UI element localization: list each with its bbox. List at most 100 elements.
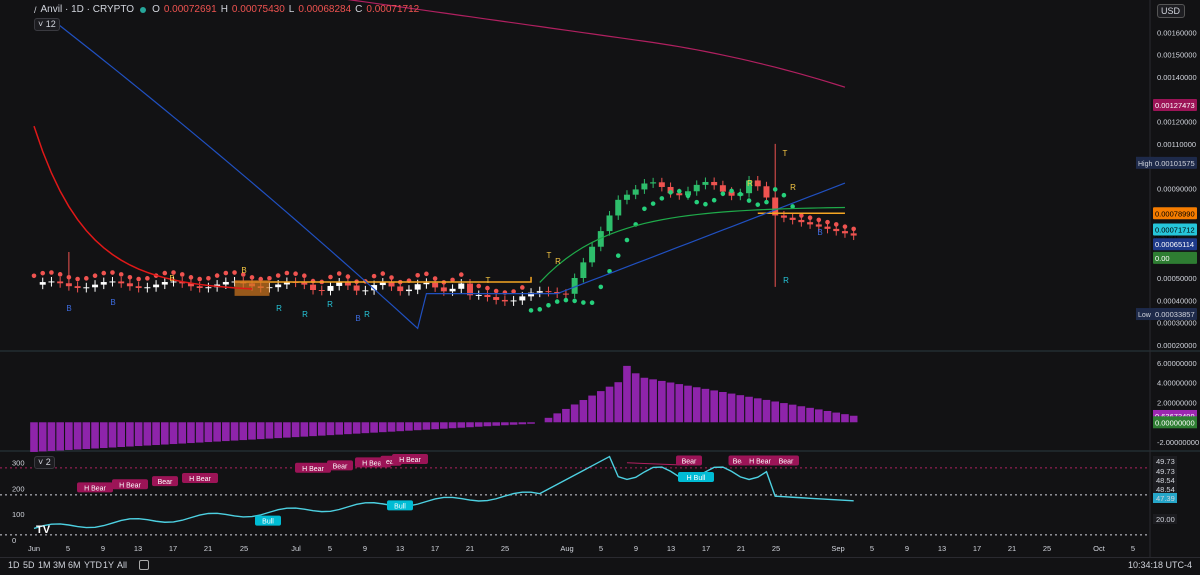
candle-body: [379, 282, 386, 286]
time-axis-label: Aug: [560, 544, 573, 553]
macd-bar: [178, 422, 187, 444]
chart-canvas[interactable]: 0.00160000 0.00150000 0.00140000 0.00120000…: [0, 0, 1200, 574]
stop-dot: [833, 222, 839, 227]
stop-dot: [659, 196, 665, 201]
range-6m[interactable]: 6M: [68, 560, 81, 570]
candle-body: [780, 215, 787, 218]
macd-bar: [692, 387, 701, 423]
price-badge-text: 0.00065114: [1155, 240, 1194, 249]
candle-body: [83, 287, 90, 289]
candle-body: [615, 199, 622, 216]
currency-selector[interactable]: USD: [1157, 4, 1185, 18]
macd-bar: [588, 395, 596, 423]
macd-bar: [727, 393, 736, 423]
time-axis-label: 21: [737, 544, 745, 553]
candle-body: [719, 185, 726, 192]
macd-tick: 6.00000000: [1157, 359, 1197, 368]
stop-dot: [84, 276, 89, 281]
stop-dot: [127, 274, 133, 280]
signal-letter: B: [110, 298, 115, 307]
time-axis-label: 25: [240, 544, 248, 553]
stop-dot: [206, 275, 211, 281]
macd-bar: [405, 422, 413, 431]
range-1y[interactable]: 1Y: [103, 560, 114, 570]
symbol-title[interactable]: Anvil · 1D · CRYPTO: [41, 4, 135, 15]
macd-bar: [806, 407, 814, 423]
candle-body: [815, 224, 822, 227]
macd-bar: [317, 422, 326, 436]
signal-letter: R: [555, 257, 561, 266]
stop-dot: [31, 273, 37, 279]
macd-bar: [38, 422, 47, 452]
rsi-tick: 200: [12, 484, 25, 493]
candle-body: [510, 300, 517, 302]
stop-dot: [476, 283, 482, 289]
time-axis-label: 5: [1131, 544, 1135, 553]
currency-label: USD: [1161, 6, 1181, 16]
macd-bar: [605, 386, 614, 423]
candle-body: [405, 289, 412, 292]
signal-letter: R: [327, 300, 333, 309]
stop-dot: [746, 198, 752, 203]
time-axis-label: 17: [169, 544, 177, 553]
rsi-badge-text: 47.39: [1156, 494, 1175, 503]
signal-letter: R: [783, 276, 789, 285]
stop-dot: [711, 197, 717, 203]
macd-bar: [788, 404, 797, 423]
range-all[interactable]: All: [117, 560, 127, 570]
stop-dot: [842, 224, 848, 229]
rsi-tick: 0: [12, 536, 16, 545]
macd-bar: [762, 399, 771, 423]
candle-body: [693, 184, 700, 192]
stop-dot: [458, 272, 464, 277]
range-5d[interactable]: 5D: [23, 560, 35, 570]
candle-body: [501, 299, 508, 302]
macd-bar: [379, 422, 387, 433]
macd-bar: [143, 422, 152, 446]
time-axis-label: 5: [328, 544, 332, 553]
macd-bar: [47, 422, 56, 451]
macd-bar: [841, 414, 849, 423]
macd-bar: [274, 422, 282, 439]
candle-body: [807, 222, 814, 225]
divergence-tag-text: Bear: [333, 463, 348, 470]
candle-body: [301, 282, 308, 285]
time-axis-label: Oct: [1093, 544, 1106, 553]
time-axis-label: 13: [938, 544, 946, 553]
candle-body: [275, 284, 282, 288]
calendar-icon[interactable]: [139, 560, 149, 570]
candle-body: [327, 285, 334, 291]
stop-dot: [738, 191, 743, 197]
macd-bar: [562, 408, 570, 423]
range-1d[interactable]: 1D: [8, 560, 20, 570]
macd-bar: [431, 422, 439, 430]
indicator-count: 12: [45, 19, 56, 29]
range-3m[interactable]: 3M: [53, 560, 66, 570]
stop-dot: [145, 276, 150, 281]
macd-bar: [666, 382, 675, 423]
macd-bar: [422, 422, 431, 430]
candle-body: [589, 246, 596, 263]
macd-bar: [56, 422, 64, 451]
clock[interactable]: 10:34:18 UTC-4: [1128, 560, 1192, 570]
range-ytd[interactable]: YTD: [84, 560, 102, 570]
indicators-toggle[interactable]: ˅ 12: [34, 18, 60, 31]
rsi-badge-text: 48.54: [1156, 476, 1175, 485]
stop-dot: [232, 270, 237, 275]
macd-bar: [823, 410, 832, 423]
candle-body: [100, 282, 107, 285]
range-1m[interactable]: 1M: [38, 560, 51, 570]
rsi-indicators-toggle[interactable]: ˅ 2: [34, 456, 55, 469]
stop-dot: [485, 285, 490, 291]
candle-body: [205, 287, 212, 289]
macd-bar: [701, 388, 710, 423]
macd-bar: [797, 406, 806, 423]
macd-bar: [649, 379, 657, 423]
high-label: H: [220, 4, 228, 15]
stop-dot: [676, 188, 682, 194]
macd-bar: [82, 422, 91, 449]
macd-bar: [222, 422, 230, 442]
stop-dot: [668, 190, 673, 195]
stop-dot: [493, 288, 499, 294]
candle-body: [144, 287, 151, 289]
